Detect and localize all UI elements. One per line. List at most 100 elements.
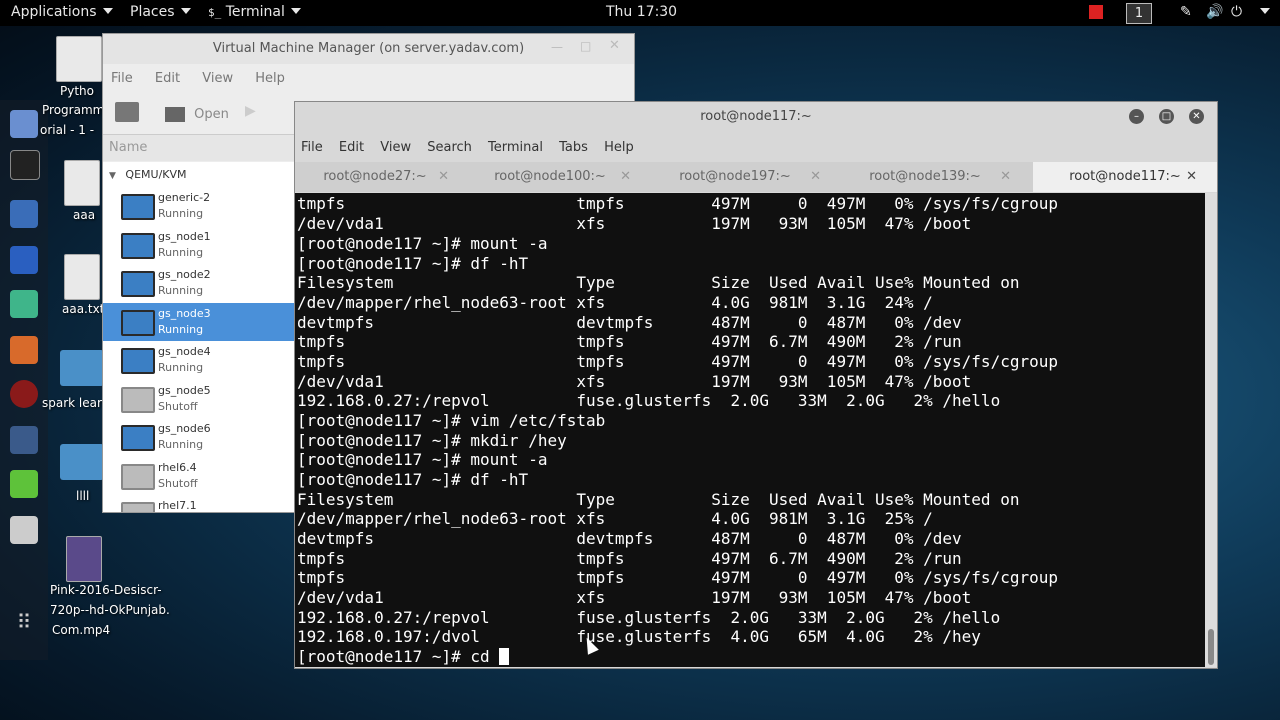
scrollbar-thumb[interactable] [1208,629,1214,665]
terminal-tabs: root@node27:~ ✕ root@node100:~ ✕ root@no… [295,162,1217,192]
terminal-line: [root@node117 ~]# mount -a [297,234,548,253]
applications-menu[interactable]: Applications [11,4,113,20]
vm-row[interactable]: gs_node2 Running [103,264,296,302]
vm-row[interactable]: rhel6.4 Shutoff [103,457,296,495]
folder-icon[interactable] [10,200,38,228]
menu-help[interactable]: Help [604,140,634,155]
connection-group[interactable]: ▼ QEMU/KVM [109,168,187,181]
maltego-icon[interactable] [10,426,38,454]
folder-icon[interactable] [60,444,104,480]
close-icon[interactable]: ✕ [620,162,631,192]
menu-file[interactable]: File [301,140,323,155]
vm-row[interactable]: gs_node6 Running [103,418,296,456]
terminal-app-menu[interactable]: $_ Terminal [208,4,301,20]
terminal-line: Filesystem Type Size Used Avail Use% Mou… [297,273,1020,292]
open-button[interactable]: Open [165,104,229,123]
terminal-screen[interactable]: tmpfs tmpfs 497M 0 497M 0% /sys/fs/cgrou… [295,193,1205,667]
bird-icon[interactable] [10,110,38,138]
folder-icon[interactable] [60,350,104,386]
desktop-label-video-1: Pink-2016-Desiscr- [50,583,162,597]
tab-label: root@node139:~ [869,169,981,184]
tab-node100[interactable]: root@node100:~ ✕ [465,162,635,192]
vm-status: Running [158,207,204,220]
notes-icon[interactable] [10,470,38,498]
tab-node27[interactable]: root@node27:~ ✕ [295,162,455,192]
maximize-icon[interactable]: □ [580,39,591,53]
vm-row-selected[interactable]: gs_node3 Running [103,303,296,341]
burp-icon[interactable] [10,336,38,364]
menu-search[interactable]: Search [427,140,472,155]
volume-icon[interactable]: 🔊 [1206,4,1223,20]
vm-name: rhel7.1 [158,499,197,512]
workspace-indicator[interactable]: 1 [1126,3,1152,24]
terminal-line: [root@node117 ~]# df -hT [297,254,529,273]
menu-view[interactable]: View [202,71,233,86]
notification-icon[interactable] [1089,5,1103,19]
terminal-title[interactable]: root@node117:~ [295,102,1217,132]
play-icon[interactable]: ▶ [245,103,256,119]
menu-view[interactable]: View [380,140,411,155]
menu-terminal[interactable]: Terminal [488,140,543,155]
terminal-icon[interactable] [10,150,40,180]
vm-row[interactable]: rhel7.1 [103,495,296,512]
menu-tabs[interactable]: Tabs [559,140,588,155]
metasploit-icon[interactable] [10,246,38,274]
settings-icon[interactable] [10,516,38,544]
armitage-icon[interactable] [10,380,38,408]
vm-status: Shutoff [158,477,198,490]
tab-label: root@node27:~ [323,169,427,184]
chevron-down-icon [102,8,113,14]
minimize-icon[interactable]: – [1129,109,1144,124]
clock[interactable]: Thu 17:30 [606,4,677,20]
video-file-icon[interactable] [66,536,102,582]
terminal-icon: $_ [208,6,222,19]
vm-row[interactable]: gs_node1 Running [103,226,296,264]
vm-status: Running [158,438,204,451]
terminal-line: 192.168.0.27:/repvol fuse.glusterfs 2.0G… [297,391,1001,410]
desktop-label-video-2: 720p--hd-OkPunjab. [50,603,170,617]
monitor-off-icon [121,464,155,490]
power-icon[interactable]: ⏻ [1231,4,1242,20]
menu-edit[interactable]: Edit [339,140,364,155]
text-file-icon[interactable] [56,36,102,82]
maximize-icon[interactable]: □ [1159,109,1174,124]
file-icon[interactable] [64,160,100,206]
menu-help[interactable]: Help [255,71,285,86]
menu-file[interactable]: File [111,71,133,86]
list-header-name[interactable]: Name [103,135,303,161]
terminal-line: tmpfs tmpfs 497M 0 497M 0% /sys/fs/cgrou… [297,194,1058,213]
places-menu[interactable]: Places [130,4,191,20]
close-icon[interactable]: ✕ [1189,109,1204,124]
vm-status: Running [158,323,204,336]
vm-row[interactable]: gs_node5 Shutoff [103,380,296,418]
monitor-icon [121,194,155,220]
menu-edit[interactable]: Edit [155,71,180,86]
file-icon[interactable] [64,254,100,300]
vm-row[interactable]: generic-2 Running [103,187,296,225]
terminal-scrollbar[interactable] [1205,193,1217,667]
vm-name: gs_node1 [158,230,211,243]
close-icon[interactable]: ✕ [609,38,620,53]
monitor-off-icon [121,502,155,512]
desktop-label-programm: Programm [42,103,105,117]
terminal-line: /dev/vda1 xfs 197M 93M 105M 47% /boot [297,214,972,233]
close-icon[interactable]: ✕ [438,162,449,192]
tab-node117-active[interactable]: root@node117:~ ✕ [1033,162,1217,192]
terminal-line: /dev/mapper/rhel_node63-root xfs 4.0G 98… [297,293,933,312]
character-icon[interactable] [10,290,38,318]
vm-row[interactable]: gs_node4 Running [103,341,296,379]
connection-label: QEMU/KVM [125,168,187,181]
monitor-off-icon [121,387,155,413]
chevron-down-icon[interactable] [1254,4,1270,20]
tab-node139[interactable]: root@node139:~ ✕ [835,162,1015,192]
terminal-line: devtmpfs devtmpfs 487M 0 487M 0% /dev [297,529,962,548]
new-vm-icon[interactable] [115,102,139,122]
close-icon[interactable]: ✕ [1186,162,1197,192]
pen-icon[interactable]: ✎ [1180,4,1192,20]
tab-node197[interactable]: root@node197:~ ✕ [645,162,825,192]
grid-icon[interactable]: ⠿ [10,610,38,638]
minimize-icon[interactable]: — [551,40,563,54]
close-icon[interactable]: ✕ [1000,162,1011,192]
close-icon[interactable]: ✕ [810,162,821,192]
vm-list: ▼ QEMU/KVM generic-2 Running gs_node1 Ru… [103,162,296,512]
